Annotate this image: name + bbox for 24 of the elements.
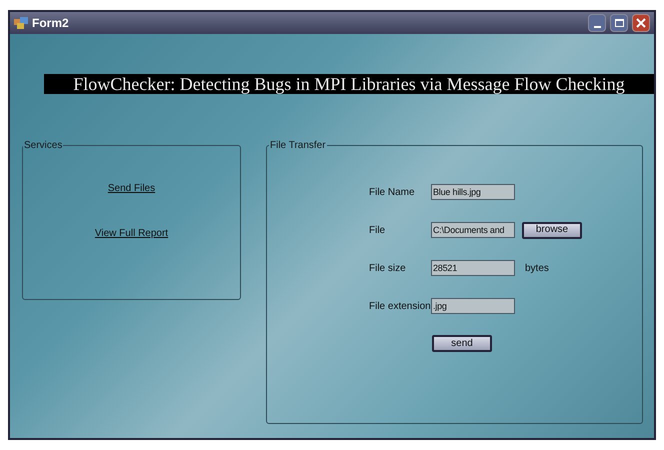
maximize-icon xyxy=(614,19,624,27)
send-button[interactable]: send xyxy=(432,335,492,352)
group-title: File Transfer xyxy=(269,139,327,153)
field-label: File Name xyxy=(369,186,416,200)
minimize-icon xyxy=(594,26,600,28)
close-icon xyxy=(636,18,646,28)
group-title: Services xyxy=(23,139,64,153)
field-label: File size xyxy=(369,262,407,276)
close-button[interactable] xyxy=(632,14,650,32)
maximize-button[interactable] xyxy=(610,14,628,32)
banner-title: FlowChecker: Detecting Bugs in MPI Libraries via Message Flow Checking xyxy=(44,74,654,94)
unit-label: bytes xyxy=(525,262,549,276)
text-field[interactable]: .jpg xyxy=(431,298,515,314)
text-field[interactable]: 28521 xyxy=(431,260,515,276)
field-label: File extension xyxy=(369,300,431,314)
browse-button[interactable]: browse xyxy=(522,222,582,238)
text-field[interactable]: Blue hills.jpg xyxy=(431,184,515,200)
app-icon xyxy=(14,17,28,29)
text-field[interactable]: C:\Documents and xyxy=(431,222,515,238)
minimize-button[interactable] xyxy=(588,14,606,32)
service-link[interactable]: Send Files xyxy=(108,181,156,196)
field-label: File xyxy=(369,224,386,238)
window-title: Form2 xyxy=(32,15,70,32)
service-link[interactable]: View Full Report xyxy=(94,226,168,241)
